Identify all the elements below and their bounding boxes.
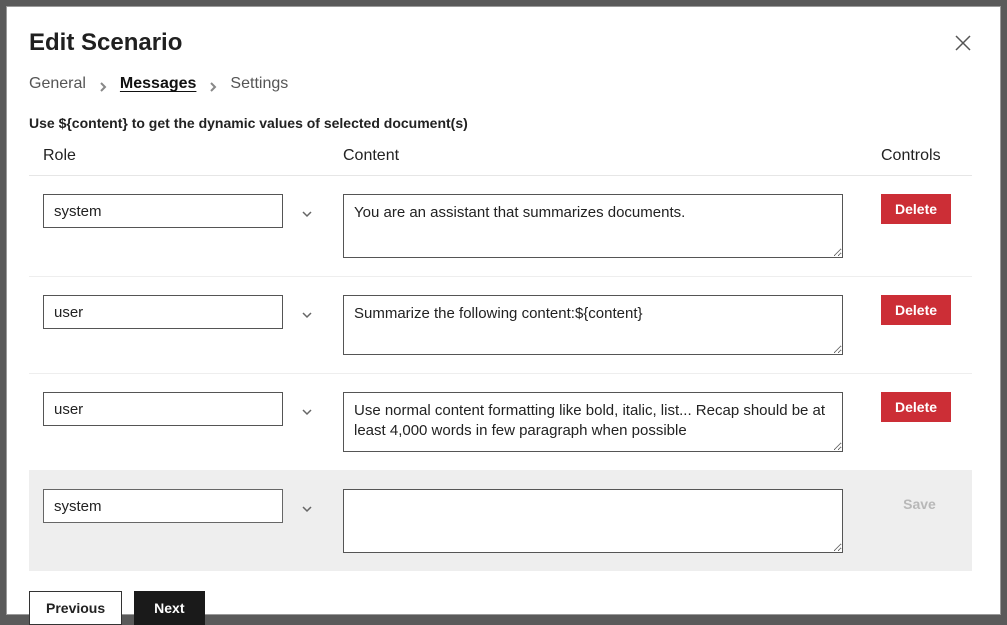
dialog-footer: Previous Next: [29, 591, 972, 625]
chevron-down-icon: [301, 501, 313, 518]
chevron-right-icon: [98, 79, 108, 89]
role-select[interactable]: system: [43, 489, 323, 523]
dialog-header: Edit Scenario: [29, 7, 972, 57]
role-select-value: system: [54, 498, 102, 515]
previous-button[interactable]: Previous: [29, 591, 122, 625]
role-select[interactable]: user: [43, 392, 323, 426]
content-textarea[interactable]: [343, 392, 843, 452]
col-header-content: Content: [343, 147, 861, 165]
edit-scenario-dialog: Edit Scenario General Messages Settings …: [6, 6, 1001, 615]
breadcrumb-item-settings[interactable]: Settings: [230, 75, 288, 93]
close-icon[interactable]: [954, 34, 972, 52]
dynamic-values-hint: Use ${content} to get the dynamic values…: [29, 115, 972, 131]
grid-column-headers: Role Content Controls: [29, 147, 972, 165]
role-select[interactable]: system: [43, 194, 323, 228]
col-header-role: Role: [43, 147, 323, 165]
delete-button[interactable]: Delete: [881, 295, 951, 325]
breadcrumb-item-messages[interactable]: Messages: [120, 75, 197, 93]
content-textarea[interactable]: [343, 489, 843, 553]
delete-button[interactable]: Delete: [881, 392, 951, 422]
message-row: user Delete: [29, 374, 972, 471]
content-textarea[interactable]: [343, 295, 843, 355]
role-select[interactable]: user: [43, 295, 323, 329]
role-select-value: user: [54, 401, 83, 418]
chevron-right-icon: [208, 79, 218, 89]
chevron-down-icon: [301, 404, 313, 421]
message-row: user Delete: [29, 277, 972, 374]
chevron-down-icon: [301, 206, 313, 223]
dialog-title: Edit Scenario: [29, 29, 182, 57]
col-header-controls: Controls: [881, 147, 958, 165]
breadcrumb: General Messages Settings: [29, 75, 972, 93]
chevron-down-icon: [301, 307, 313, 324]
save-button: Save: [881, 489, 958, 519]
breadcrumb-item-general[interactable]: General: [29, 75, 86, 93]
message-row-draft: system Save: [29, 471, 972, 571]
delete-button[interactable]: Delete: [881, 194, 951, 224]
content-textarea[interactable]: [343, 194, 843, 258]
message-row: system Delete: [29, 176, 972, 277]
messages-grid: Role Content Controls system Delete user: [29, 147, 972, 571]
role-select-value: system: [54, 203, 102, 220]
role-select-value: user: [54, 304, 83, 321]
next-button[interactable]: Next: [134, 591, 204, 625]
